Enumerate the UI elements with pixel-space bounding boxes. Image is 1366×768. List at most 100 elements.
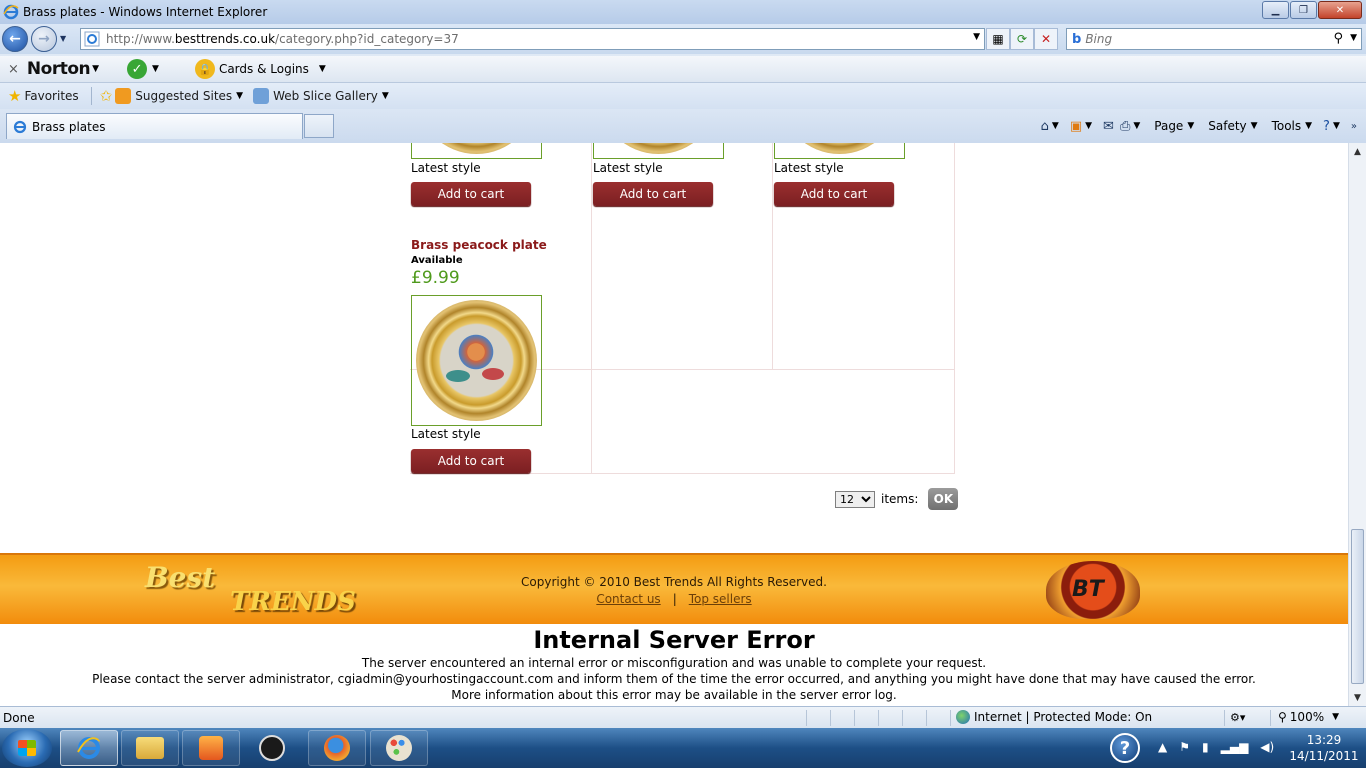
zoom-control[interactable]: ⚲ 100% ▼	[1278, 710, 1339, 724]
status-divider	[854, 710, 855, 726]
page-menu[interactable]: Page	[1154, 119, 1183, 133]
add-to-cart-button[interactable]: Add to cart	[411, 182, 531, 206]
minimize-button[interactable]: ▁	[1262, 1, 1289, 19]
help-dropdown-icon[interactable]: ▼	[1333, 121, 1340, 131]
norton-safe-check-icon[interactable]: ✓	[127, 59, 148, 79]
scrollbar-thumb[interactable]	[1351, 529, 1364, 684]
contact-us-link[interactable]: Contact us	[596, 592, 660, 606]
stop-icon[interactable]: ✕	[1034, 28, 1058, 50]
compatibility-view-icon[interactable]: ▦	[986, 28, 1010, 50]
status-text: Done	[3, 710, 35, 725]
norton-logo[interactable]: Norton	[27, 59, 91, 79]
start-button[interactable]	[2, 729, 52, 767]
product-image[interactable]	[774, 143, 905, 159]
safety-menu[interactable]: Safety	[1208, 119, 1246, 133]
cards-logins-button[interactable]: Cards & Logins	[219, 62, 309, 76]
help-icon[interactable]: ?	[1323, 119, 1330, 134]
toolbar-overflow-icon[interactable]: »	[1351, 121, 1357, 132]
tools-menu[interactable]: Tools	[1272, 119, 1302, 133]
top-sellers-link[interactable]: Top sellers	[689, 592, 752, 606]
media-player-icon	[199, 736, 223, 760]
cards-dropdown-icon[interactable]: ▼	[319, 64, 326, 74]
address-dropdown-icon[interactable]: ▼	[973, 32, 980, 42]
product-name-link[interactable]: Brass peacock plate	[411, 238, 547, 252]
tools-dropdown-icon[interactable]: ▼	[1305, 121, 1312, 131]
copyright-text: Copyright © 2010 Best Trends All Rights …	[521, 575, 827, 589]
volume-icon[interactable]: ◀)	[1260, 740, 1274, 754]
scroll-up-icon[interactable]: ▲	[1349, 143, 1366, 160]
product-image[interactable]	[411, 295, 542, 426]
web-slice-gallery-link[interactable]: Web Slice Gallery	[273, 89, 378, 103]
address-bar[interactable]: http://www.besttrends.co.uk/category.php…	[80, 28, 985, 50]
security-zone[interactable]: Internet | Protected Mode: On	[956, 710, 1152, 724]
help-support-icon[interactable]: ?	[1110, 733, 1140, 763]
search-input[interactable]	[1085, 32, 1326, 46]
add-to-cart-button[interactable]: Add to cart	[774, 182, 894, 206]
vertical-scrollbar[interactable]: ▲ ▼	[1348, 143, 1366, 706]
action-center-flag-icon[interactable]: ⚑	[1179, 740, 1190, 754]
taskbar-paint-button[interactable]	[370, 730, 428, 766]
search-icon[interactable]: ⚲	[1333, 31, 1343, 46]
home-dropdown-icon[interactable]: ▼	[1052, 121, 1059, 131]
tray-expand-icon[interactable]: ▲	[1158, 740, 1167, 754]
system-clock[interactable]: 13:29 14/11/2011	[1284, 732, 1364, 764]
search-dropdown-icon[interactable]: ▼	[1350, 33, 1357, 43]
tab-brass-plates[interactable]: Brass plates	[6, 113, 303, 139]
safety-dropdown-icon[interactable]: ▼	[1251, 121, 1258, 131]
favorites-star-icon[interactable]: ★	[8, 87, 21, 105]
best-trends-logo[interactable]: Best TRENDS	[145, 561, 356, 621]
zoom-dropdown-icon[interactable]: ▼	[1332, 712, 1339, 722]
product-image[interactable]	[411, 143, 542, 159]
windows-taskbar: ? ▲ ⚑ ▮ ▂▄▆ ◀) 13:29 14/11/2011	[0, 728, 1366, 768]
page-content: Latest style Latest style Latest style A…	[0, 143, 1348, 706]
favorites-button[interactable]: Favorites	[24, 89, 78, 103]
feeds-icon[interactable]: ▣	[1070, 119, 1082, 134]
arrow-left-icon: ←	[9, 31, 21, 47]
page-dropdown-icon[interactable]: ▼	[1187, 121, 1194, 131]
product-image[interactable]	[593, 143, 724, 159]
power-icon[interactable]: ▮	[1202, 740, 1209, 754]
print-dropdown-icon[interactable]: ▼	[1133, 121, 1140, 131]
popup-blocker-icon[interactable]: ⚙▾	[1230, 711, 1245, 724]
status-divider	[926, 710, 927, 726]
home-icon[interactable]: ⌂	[1041, 119, 1049, 134]
footer-links: Contact us | Top sellers	[0, 592, 1348, 606]
webslice-dropdown-icon[interactable]: ▼	[382, 91, 389, 101]
taskbar-media-button[interactable]	[182, 730, 240, 766]
ie-taskbar-icon	[77, 737, 101, 759]
network-signal-icon[interactable]: ▂▄▆	[1221, 740, 1249, 754]
arrow-right-icon: →	[38, 31, 50, 47]
taskbar-firefox-button[interactable]	[308, 730, 366, 766]
paint-palette-icon	[386, 735, 412, 761]
suggested-sites-link[interactable]: Suggested Sites	[135, 89, 232, 103]
norton-close-icon[interactable]: ×	[8, 62, 19, 77]
taskbar-explorer-button[interactable]	[121, 730, 179, 766]
safe-dropdown-icon[interactable]: ▼	[152, 64, 159, 74]
window-titlebar[interactable]: Brass plates - Windows Internet Explorer…	[0, 0, 1366, 24]
ok-button[interactable]: OK	[928, 488, 959, 510]
feeds-dropdown-icon[interactable]: ▼	[1085, 121, 1092, 131]
maximize-button[interactable]: ❐	[1290, 1, 1317, 19]
url-text[interactable]: http://www.besttrends.co.uk/category.php…	[106, 32, 459, 46]
add-to-cart-button[interactable]: Add to cart	[593, 182, 713, 206]
items-per-page-select[interactable]: 12	[835, 490, 875, 508]
new-tab-button[interactable]	[304, 114, 334, 138]
forward-button[interactable]: →	[31, 26, 57, 52]
recent-pages-dropdown[interactable]: ▼	[60, 34, 66, 43]
close-button[interactable]: ✕	[1318, 1, 1362, 19]
taskbar-ie-button[interactable]	[60, 730, 118, 766]
product-style-label: Latest style	[593, 161, 663, 175]
mail-icon[interactable]: ✉	[1103, 119, 1114, 134]
scroll-down-icon[interactable]: ▼	[1349, 689, 1366, 706]
back-button[interactable]: ←	[2, 26, 28, 52]
status-divider	[1224, 710, 1225, 726]
brass-plate-image	[598, 143, 719, 154]
add-favorite-icon[interactable]: ✩	[100, 87, 113, 105]
refresh-icon[interactable]: ⟳	[1010, 28, 1034, 50]
brass-plate-image	[779, 143, 900, 154]
add-to-cart-button[interactable]: Add to cart	[411, 449, 531, 473]
suggested-dropdown-icon[interactable]: ▼	[236, 91, 243, 101]
norton-dropdown-icon[interactable]: ▼	[92, 64, 99, 74]
taskbar-hp-button[interactable]	[243, 730, 301, 766]
print-icon[interactable]: ⎙	[1120, 119, 1130, 134]
